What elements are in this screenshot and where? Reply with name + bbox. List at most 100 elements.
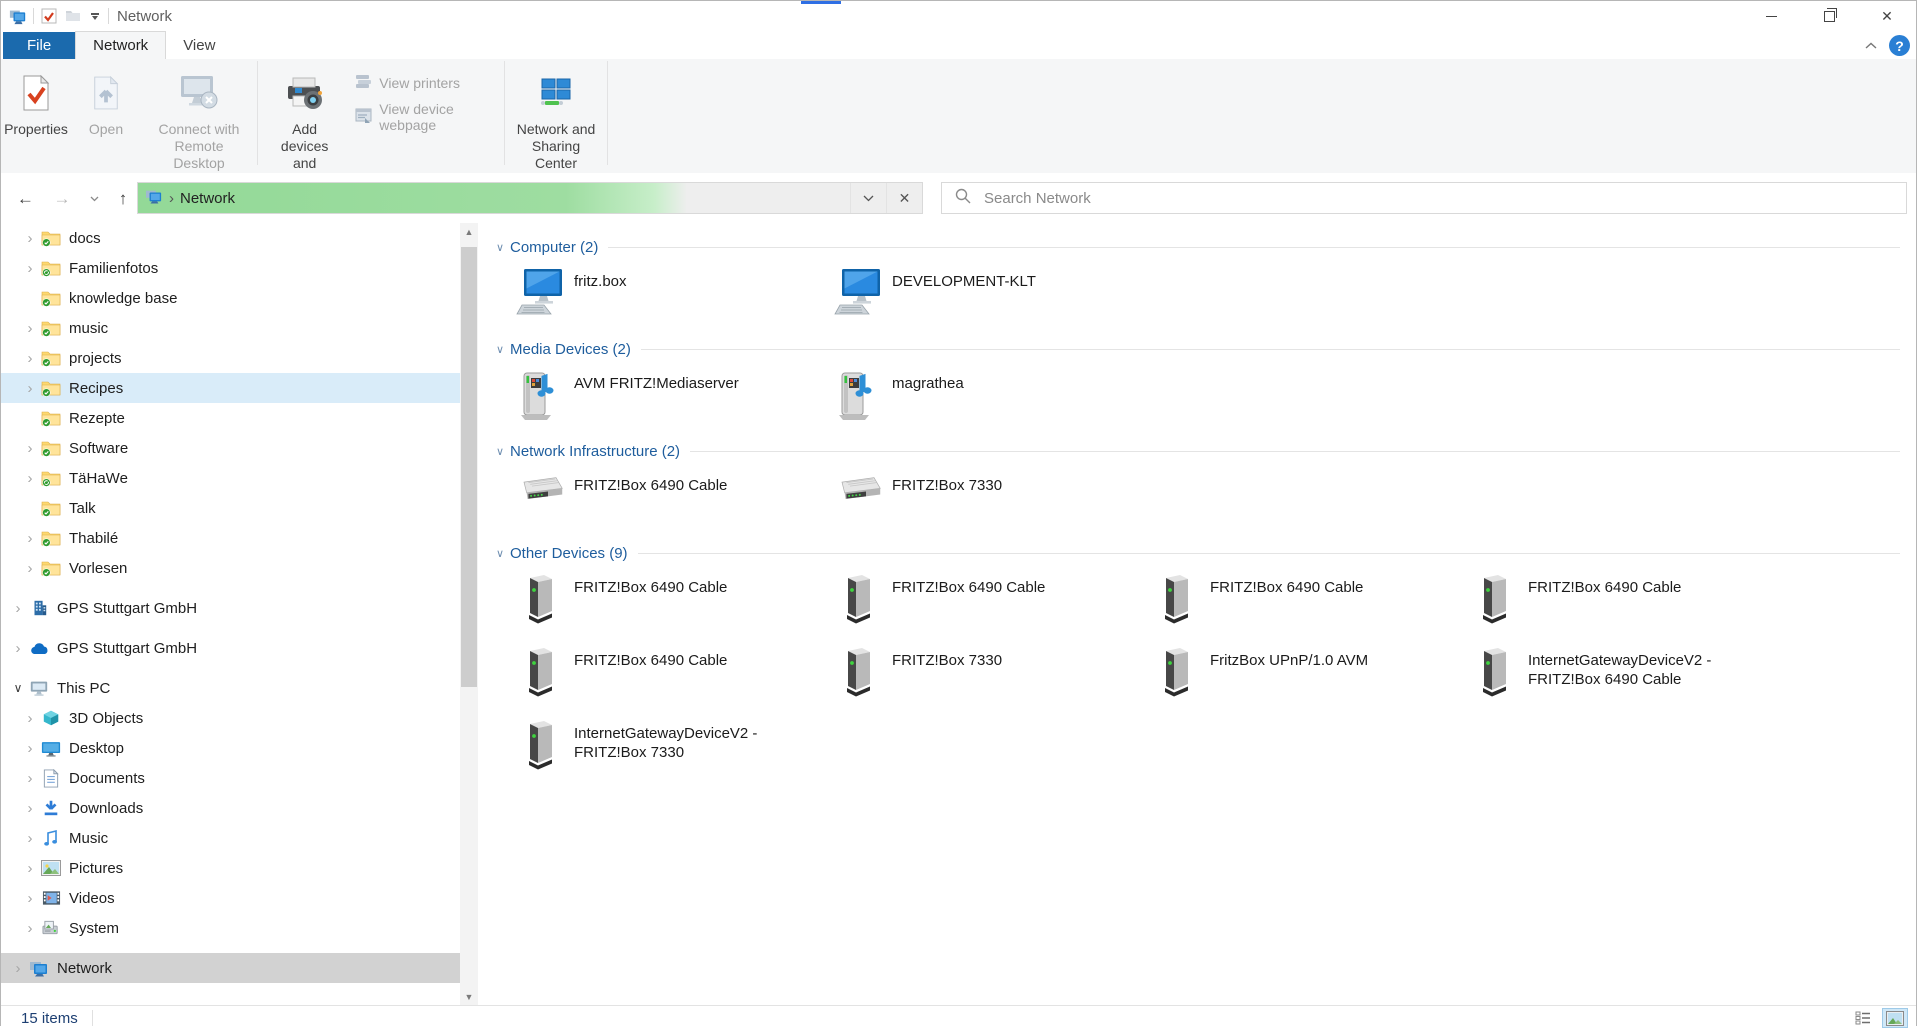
device-item[interactable]: FRITZ!Box 6490 Cable [1152,573,1470,625]
device-item[interactable]: FRITZ!Box 6490 Cable [1470,573,1788,625]
stop-refresh-button[interactable]: ✕ [886,183,922,213]
tree-item[interactable]: › Videos [1,883,460,913]
breadcrumb[interactable]: › Network [138,188,235,209]
tree-expand-icon[interactable]: › [21,260,39,277]
device-item[interactable]: FRITZ!Box 6490 Cable [834,573,1152,625]
tree-expand-icon[interactable]: › [21,560,39,577]
close-button[interactable]: ✕ [1858,1,1916,31]
device-item[interactable]: fritz.box [516,267,834,319]
tree-expand-icon[interactable]: › [21,740,39,757]
address-bar[interactable]: › Network ✕ [137,182,923,214]
address-dropdown-button[interactable] [850,183,886,213]
search-input[interactable]: Search Network [984,190,1091,207]
qat-properties-icon[interactable] [40,7,58,25]
scrollbar-thumb[interactable] [461,247,477,687]
device-item[interactable]: AVM FRITZ!Mediaserver [516,369,834,421]
scroll-down-icon[interactable]: ▼ [460,988,478,1005]
tree-item[interactable]: › projects [1,343,460,373]
tree-item[interactable]: › music [1,313,460,343]
tree-item[interactable]: › 3D Objects [1,703,460,733]
back-button[interactable]: ← [17,190,34,207]
device-item[interactable]: FRITZ!Box 6490 Cable [516,573,834,625]
section-title: Network Infrastructure (2) [510,443,680,460]
tab-network[interactable]: Network [75,31,166,59]
tree-item[interactable]: › GPS Stuttgart GmbH [1,593,460,623]
collapse-ribbon-icon[interactable] [1865,42,1877,50]
tree-expand-icon[interactable]: › [21,890,39,907]
tree-item[interactable]: › Desktop [1,733,460,763]
scroll-up-icon[interactable]: ▲ [460,223,478,240]
tree-item[interactable]: › docs [1,223,460,253]
device-item[interactable]: FRITZ!Box 6490 Cable [516,646,834,698]
tree-item[interactable]: Talk [1,493,460,523]
tree-expand-icon[interactable]: › [21,770,39,787]
restore-button[interactable] [1800,1,1858,31]
tree-item[interactable]: › Thabilé [1,523,460,553]
tree-item[interactable]: › Documents [1,763,460,793]
view-printers-button[interactable]: View printers [355,73,504,92]
tree-expand-icon[interactable]: › [21,920,39,937]
tree-item[interactable]: › Pictures [1,853,460,883]
section-header[interactable]: ∨ Other Devices (9) [496,543,1916,563]
tree-item[interactable]: › TäHaWe [1,463,460,493]
tree-expand-icon[interactable]: › [21,710,39,727]
tree-item[interactable]: › Familienfotos [1,253,460,283]
device-item[interactable]: FRITZ!Box 7330 [834,471,1152,523]
forward-button[interactable]: → [53,190,70,207]
tab-view[interactable]: View [166,32,232,59]
network-sharing-center-button[interactable]: Network and Sharing Center [511,64,601,175]
tree-expand-icon[interactable]: ∨ [9,681,27,695]
recent-locations-icon[interactable] [90,189,99,207]
tree-expand-icon[interactable]: › [9,960,27,977]
section-header[interactable]: ∨ Computer (2) [496,237,1916,257]
tree-expand-icon[interactable]: › [21,470,39,487]
tab-file[interactable]: File [3,32,75,59]
tree-item[interactable]: › Software [1,433,460,463]
tree-item[interactable]: › GPS Stuttgart GmbH [1,633,460,663]
device-item[interactable]: FRITZ!Box 7330 [834,646,1152,698]
breadcrumb-item-network[interactable]: Network [180,190,235,207]
tree-item[interactable]: › Music [1,823,460,853]
tree-item[interactable]: › Vorlesen [1,553,460,583]
minimize-button[interactable] [1742,1,1800,31]
tree-expand-icon[interactable]: › [21,320,39,337]
tree-item[interactable]: › Network [1,953,460,983]
device-item[interactable]: FritzBox UPnP/1.0 AVM [1152,646,1470,698]
up-button[interactable]: ↑ [119,190,128,207]
device-item[interactable]: DEVELOPMENT-KLT [834,267,1152,319]
tree-expand-icon[interactable]: › [21,530,39,547]
properties-button[interactable]: Properties [7,64,65,141]
breadcrumb-chevron-icon[interactable]: › [169,190,174,207]
tree-expand-icon[interactable]: › [21,830,39,847]
view-device-webpage-button[interactable]: View device webpage [355,101,504,133]
thumbnails-view-button[interactable] [1882,1008,1908,1028]
tree-item[interactable]: knowledge base [1,283,460,313]
section-header[interactable]: ∨ Network Infrastructure (2) [496,441,1916,461]
qat-new-folder-icon[interactable] [64,7,82,25]
tree-item[interactable]: ∨ This PC [1,673,460,703]
tree-expand-icon[interactable]: › [21,380,39,397]
tree-expand-icon[interactable]: › [21,440,39,457]
section-title: Computer (2) [510,239,598,256]
search-box[interactable]: Search Network [941,182,1907,214]
tree-expand-icon[interactable]: › [21,800,39,817]
section-header[interactable]: ∨ Media Devices (2) [496,339,1916,359]
tree-item[interactable]: › Downloads [1,793,460,823]
device-item[interactable]: magrathea [834,369,1152,421]
tree-expand-icon[interactable]: › [9,600,27,617]
tree-expand-icon[interactable]: › [21,860,39,877]
tree-item[interactable]: › System [1,913,460,943]
details-view-button[interactable] [1850,1008,1876,1028]
device-item[interactable]: InternetGatewayDeviceV2 - FRITZ!Box 7330 [516,719,834,771]
tree-expand-icon[interactable]: › [9,640,27,657]
tree-item[interactable]: Rezepte [1,403,460,433]
device-item[interactable]: FRITZ!Box 6490 Cable [516,471,834,523]
qat-customize-dropdown-icon[interactable] [88,13,102,20]
tree-expand-icon[interactable]: › [21,350,39,367]
tree-item[interactable]: › Recipes [1,373,460,403]
help-icon[interactable]: ? [1889,35,1910,56]
tree-expand-icon[interactable]: › [21,230,39,247]
device-item[interactable]: InternetGatewayDeviceV2 - FRITZ!Box 6490… [1470,646,1788,698]
open-button[interactable]: Open [77,64,135,141]
sidebar-scrollbar[interactable]: ▲ ▼ [460,223,478,1005]
